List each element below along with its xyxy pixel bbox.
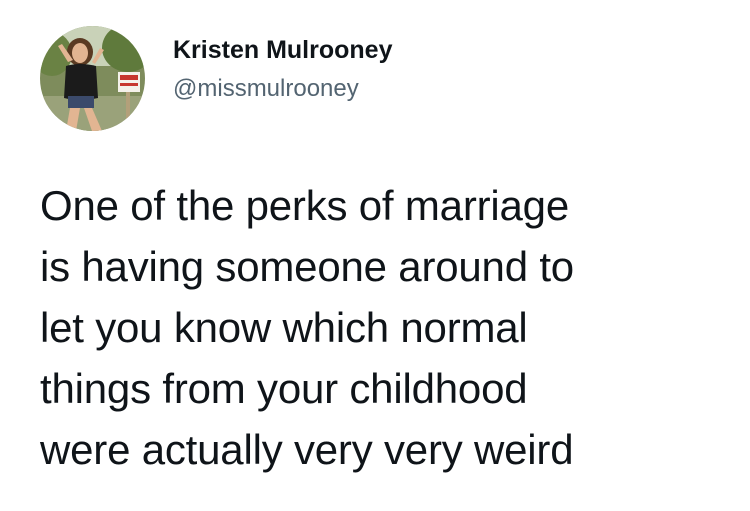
tweet-text-line: were actually very very weird bbox=[40, 426, 574, 473]
avatar[interactable] bbox=[40, 26, 145, 131]
tweet-text-line: One of the perks of marriage bbox=[40, 182, 569, 229]
author-block: Kristen Mulrooney @missmulrooney bbox=[173, 34, 392, 104]
display-name[interactable]: Kristen Mulrooney bbox=[173, 34, 392, 66]
tweet-text-line: let you know which normal bbox=[40, 304, 528, 351]
tweet-card: Kristen Mulrooney @missmulrooney One of … bbox=[0, 0, 750, 511]
tweet-text-line: is having someone around to bbox=[40, 243, 574, 290]
tweet-text: One of the perks of marriage is having s… bbox=[40, 175, 740, 480]
profile-photo-icon bbox=[40, 26, 145, 131]
user-handle[interactable]: @missmulrooney bbox=[173, 74, 392, 104]
tweet-text-line: things from your childhood bbox=[40, 365, 528, 412]
